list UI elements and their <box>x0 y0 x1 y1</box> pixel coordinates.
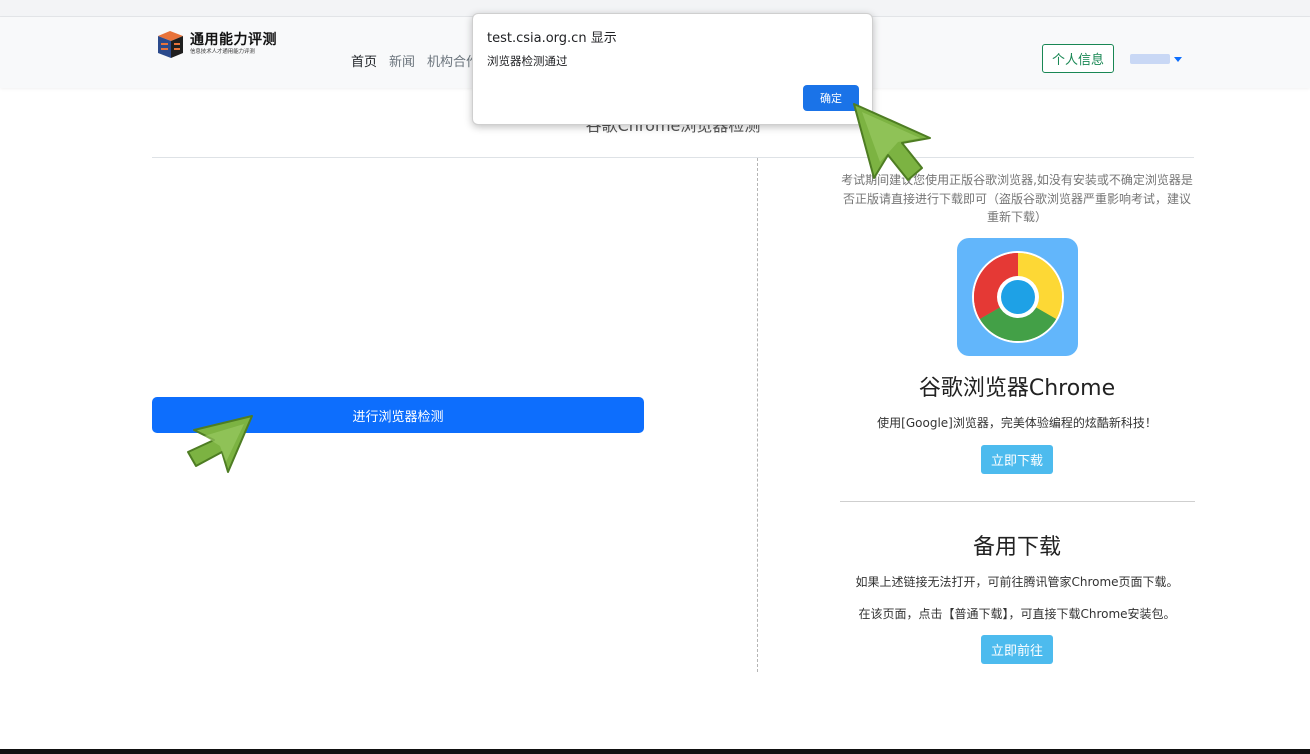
go-now-button[interactable]: 立即前往 <box>981 635 1053 664</box>
nav-item-home[interactable]: 首页 <box>351 51 377 70</box>
section-divider <box>840 501 1195 502</box>
logo-title: 通用能力评测 <box>190 32 277 48</box>
logo-subtitle: 信息技术人才通用能力评测 <box>190 48 255 55</box>
bottom-bar <box>0 749 1310 754</box>
user-menu-name-redacted[interactable] <box>1130 54 1170 64</box>
main-nav: 首页 新闻 机构合作 <box>351 51 479 70</box>
dialog-message: 浏览器检测通过 <box>487 54 568 68</box>
backup-download-title: 备用下载 <box>972 535 1061 560</box>
pointer-arrow-icon <box>187 415 253 473</box>
backup-instruction-1: 如果上述链接无法打开，可前往腾讯管家Chrome页面下载。 <box>855 575 1179 589</box>
nav-item-news[interactable]: 新闻 <box>389 51 415 70</box>
chrome-logo-icon <box>957 238 1078 356</box>
backup-instruction-2: 在该页面，点击【普通下载】，可直接下载Chrome安装包。 <box>858 607 1176 621</box>
site-logo[interactable]: 通用能力评测 信息技术人才通用能力评测 <box>155 27 277 61</box>
profile-button[interactable]: 个人信息 <box>1042 44 1114 73</box>
caret-down-icon[interactable] <box>1174 57 1182 62</box>
logo-cube-icon <box>155 29 186 60</box>
column-divider <box>757 158 758 672</box>
alert-dialog: test.csia.org.cn 显示 浏览器检测通过 确定 <box>472 13 873 125</box>
chrome-description: 使用[Google]浏览器，完美体验编程的炫酷新科技！ <box>877 416 1157 430</box>
pointer-arrow-icon <box>853 103 931 181</box>
dialog-title: test.csia.org.cn 显示 <box>487 31 617 46</box>
chrome-title: 谷歌浏览器Chrome <box>918 376 1116 401</box>
header-divider <box>152 157 1194 158</box>
download-now-button[interactable]: 立即下载 <box>981 445 1053 474</box>
